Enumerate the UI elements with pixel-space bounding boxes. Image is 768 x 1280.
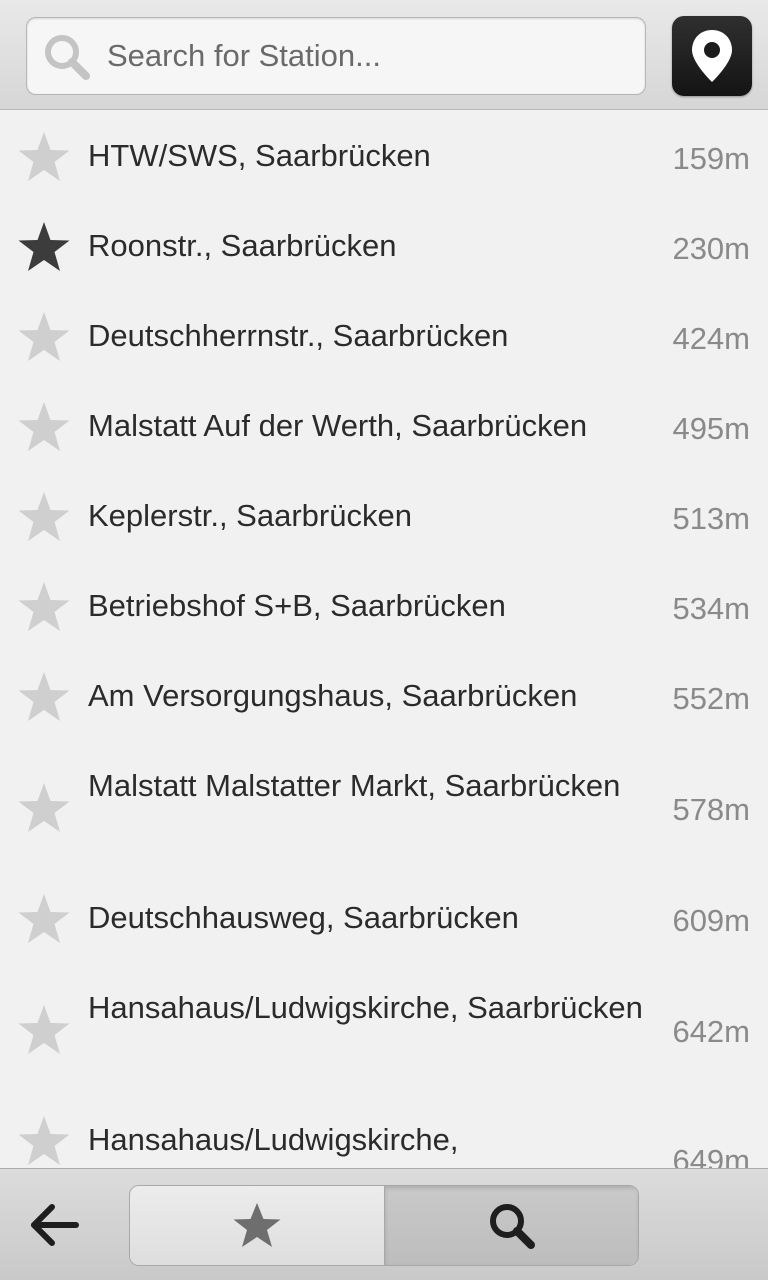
star-outline-icon[interactable] bbox=[16, 129, 72, 185]
station-name: Malstatt Auf der Werth, Saarbrücken bbox=[88, 408, 588, 443]
star-icon bbox=[233, 1203, 281, 1247]
station-distance: 534m bbox=[672, 591, 750, 626]
bottom-bar bbox=[0, 1168, 768, 1280]
top-bar bbox=[0, 0, 768, 110]
station-name: HTW/SWS, Saarbrücken bbox=[88, 138, 431, 173]
station-row[interactable]: Am Versorgungshaus, Saarbrücken 552m bbox=[0, 651, 768, 741]
station-name: Hansahaus/Ludwigskirche, bbox=[88, 1122, 459, 1157]
station-distance: 642m bbox=[672, 1014, 750, 1049]
station-row[interactable]: Malstatt Malstatter Markt, Saarbrücken 57… bbox=[0, 741, 768, 873]
station-distance: 230m bbox=[672, 231, 750, 266]
star-filled-icon[interactable] bbox=[16, 219, 72, 275]
search-tab[interactable] bbox=[385, 1186, 638, 1265]
star-outline-icon[interactable] bbox=[16, 669, 72, 725]
station-name: Am Versorgungshaus, Saarbrücken bbox=[88, 678, 578, 713]
station-distance: 159m bbox=[672, 141, 750, 176]
star-outline-icon[interactable] bbox=[16, 309, 72, 365]
station-row[interactable]: HTW/SWS, Saarbrücken 159m bbox=[0, 111, 768, 201]
station-name: Roonstr., Saarbrücken bbox=[88, 228, 397, 263]
view-switcher bbox=[129, 1185, 639, 1266]
location-pin-icon bbox=[692, 30, 732, 82]
station-distance: 495m bbox=[672, 411, 750, 446]
star-outline-icon[interactable] bbox=[16, 891, 72, 947]
station-row[interactable]: Hansahaus/Ludwigskirche, Saarbrücken 642m bbox=[0, 963, 768, 1095]
star-outline-icon[interactable] bbox=[16, 579, 72, 635]
station-distance: 552m bbox=[672, 681, 750, 716]
search-icon bbox=[490, 1204, 535, 1249]
station-row[interactable]: Hansahaus/Ludwigskirche, 649m bbox=[0, 1095, 768, 1168]
station-name: Betriebshof S+B, Saarbrücken bbox=[88, 588, 506, 623]
station-name: Malstatt Malstatter Markt, Saarbrücken bbox=[88, 768, 621, 803]
station-distance: 513m bbox=[672, 501, 750, 536]
star-outline-icon[interactable] bbox=[16, 399, 72, 455]
station-name: Hansahaus/Ludwigskirche, Saarbrücken bbox=[88, 990, 643, 1025]
station-row[interactable]: Roonstr., Saarbrücken 230m bbox=[0, 201, 768, 291]
station-name: Keplerstr., Saarbrücken bbox=[88, 498, 412, 533]
star-outline-icon[interactable] bbox=[16, 1113, 72, 1168]
search-box[interactable] bbox=[26, 17, 646, 95]
station-distance: 578m bbox=[672, 792, 750, 827]
station-name: Deutschhausweg, Saarbrücken bbox=[88, 900, 519, 935]
favorites-tab[interactable] bbox=[130, 1186, 384, 1265]
back-arrow-icon[interactable] bbox=[24, 1193, 88, 1257]
star-outline-icon[interactable] bbox=[16, 780, 72, 836]
station-distance: 649m bbox=[672, 1143, 750, 1168]
station-row[interactable]: Deutschherrnstr., Saarbrücken 424m bbox=[0, 291, 768, 381]
search-icon bbox=[45, 35, 90, 80]
search-input[interactable] bbox=[107, 28, 627, 84]
star-outline-icon[interactable] bbox=[16, 1002, 72, 1058]
station-row[interactable]: Keplerstr., Saarbrücken 513m bbox=[0, 471, 768, 561]
station-distance: 424m bbox=[672, 321, 750, 356]
station-distance: 609m bbox=[672, 903, 750, 938]
station-row[interactable]: Betriebshof S+B, Saarbrücken 534m bbox=[0, 561, 768, 651]
station-row[interactable]: Malstatt Auf der Werth, Saarbrücken 495m bbox=[0, 381, 768, 471]
location-button[interactable] bbox=[672, 16, 752, 96]
station-list[interactable]: HTW/SWS, Saarbrücken 159m Roonstr., Saarbr… bbox=[0, 111, 768, 1168]
star-outline-icon[interactable] bbox=[16, 489, 72, 545]
station-row[interactable]: Deutschhausweg, Saarbrücken 609m bbox=[0, 873, 768, 963]
station-name: Deutschherrnstr., Saarbrücken bbox=[88, 318, 509, 353]
